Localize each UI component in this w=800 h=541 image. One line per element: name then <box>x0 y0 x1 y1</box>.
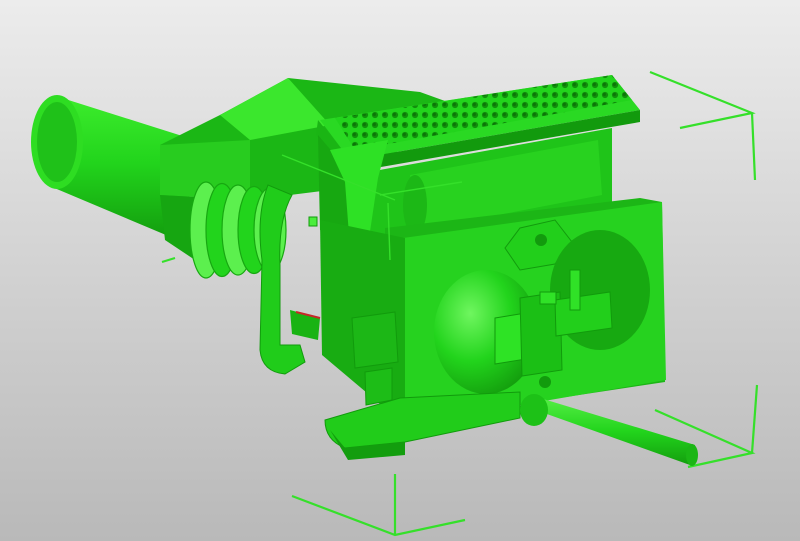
model-canvas[interactable] <box>0 0 800 541</box>
bbox-edge-left <box>161 256 176 264</box>
bbox-corner-top-right <box>649 70 756 130</box>
bbox-edge-bottom-right-up <box>750 384 759 454</box>
base-foot[interactable] <box>324 391 521 460</box>
3d-viewport[interactable] <box>0 0 800 541</box>
side-clamp[interactable] <box>259 184 321 375</box>
small-cube <box>308 216 318 227</box>
bbox-edge-top-right-down <box>750 112 757 181</box>
assembly-model[interactable] <box>31 75 698 466</box>
bbox-corner-bottom-left <box>291 494 466 537</box>
handle-rod[interactable] <box>520 394 698 466</box>
mounting-plate[interactable] <box>320 198 666 425</box>
